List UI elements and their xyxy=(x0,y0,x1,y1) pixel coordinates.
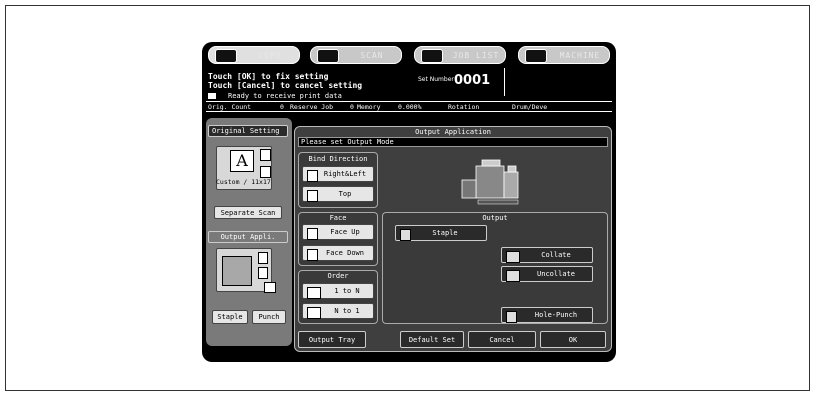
orientation-icon xyxy=(260,149,271,161)
face-down-icon xyxy=(307,249,318,261)
separate-scan-button[interactable]: Separate Scan xyxy=(214,206,282,219)
collate-icon xyxy=(264,282,276,293)
right-left-button[interactable]: Right&Left xyxy=(302,166,374,182)
face-up-button[interactable]: Face Up xyxy=(302,224,374,240)
uncollate-icon xyxy=(506,270,520,282)
job-list-icon xyxy=(421,49,443,63)
staple-option-button[interactable]: Staple xyxy=(395,225,487,241)
ready-message: Ready to receive print data xyxy=(228,92,342,100)
cancel-button[interactable]: Cancel xyxy=(468,331,536,348)
set-number-value: 0001 xyxy=(454,73,491,88)
right-left-icon xyxy=(307,170,318,182)
dialog-title: Output Application xyxy=(415,128,491,136)
n-to-one-icon xyxy=(307,307,321,319)
face-down-button[interactable]: Face Down xyxy=(302,245,374,261)
hole-punch-button[interactable]: Hole-Punch xyxy=(501,307,593,323)
face-label: Face xyxy=(329,214,347,222)
n-to-one-button[interactable]: N to 1 xyxy=(302,303,374,319)
uncollate-button[interactable]: Uncollate xyxy=(501,266,593,282)
control-panel-screen: COPY SCAN JOB LIST MACHINE Touch [OK] to… xyxy=(202,42,616,362)
scan-icon xyxy=(317,49,339,63)
staple-icon xyxy=(400,229,411,241)
staple-button[interactable]: Staple xyxy=(212,310,248,324)
divider xyxy=(504,68,505,96)
machine-illustration xyxy=(458,158,526,206)
output-appli-tab[interactable]: Output Appli. xyxy=(208,231,288,243)
tab-scan[interactable]: SCAN xyxy=(310,46,402,64)
face-up-icon xyxy=(307,228,318,240)
order-icon xyxy=(258,267,268,279)
book-icon xyxy=(260,166,271,178)
face-icon xyxy=(258,252,268,264)
collate-icon xyxy=(506,251,520,263)
order-label: Order xyxy=(327,272,349,280)
divider xyxy=(206,101,612,102)
message-ok: Touch [OK] to fix setting xyxy=(208,72,329,81)
set-number-label: Set Number xyxy=(418,76,454,83)
punch-button[interactable]: Punch xyxy=(252,310,286,324)
output-label: Output xyxy=(482,214,508,222)
output-tray-button[interactable]: Output Tray xyxy=(298,331,366,348)
bind-direction-label: Bind Direction xyxy=(308,155,368,163)
collate-button[interactable]: Collate xyxy=(501,247,593,263)
machine-icon xyxy=(525,49,547,63)
one-to-n-button[interactable]: 1 to N xyxy=(302,283,374,299)
tab-job-list[interactable]: JOB LIST xyxy=(414,46,506,64)
original-size: Custom / 11x17 xyxy=(216,178,271,186)
original-letter: A xyxy=(230,150,254,172)
top-icon xyxy=(307,190,318,202)
hole-punch-icon xyxy=(506,311,517,323)
default-set-button[interactable]: Default Set xyxy=(400,331,464,348)
dialog-instruction: Please set Output Mode xyxy=(298,137,608,147)
one-to-n-icon xyxy=(307,287,321,299)
paper-thumbnail xyxy=(222,256,252,286)
original-setting-tab[interactable]: Original Setting xyxy=(208,125,288,137)
divider xyxy=(206,111,612,112)
printer-icon xyxy=(208,93,216,99)
copy-icon xyxy=(215,49,237,63)
message-cancel: Touch [Cancel] to cancel setting xyxy=(208,81,363,90)
ok-button[interactable]: OK xyxy=(540,331,606,348)
top-button[interactable]: Top xyxy=(302,186,374,202)
tab-copy[interactable]: COPY xyxy=(208,46,300,64)
tab-machine[interactable]: MACHINE xyxy=(518,46,610,64)
